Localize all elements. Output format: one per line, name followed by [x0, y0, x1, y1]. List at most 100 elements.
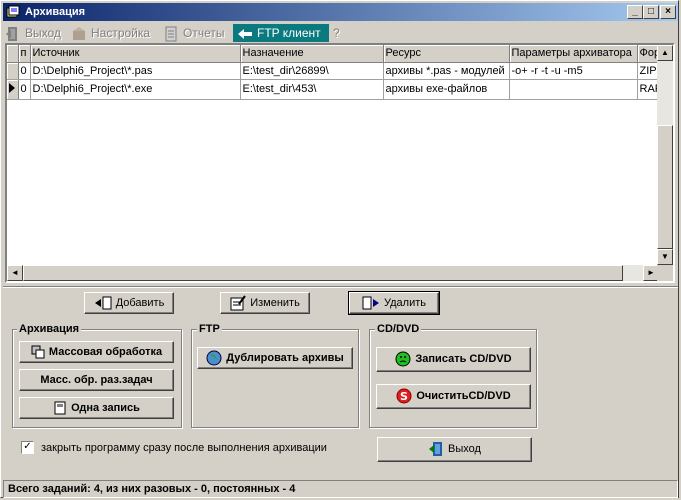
door-exit-icon — [6, 26, 17, 41]
clear-cd-label: ОчиститьCD/DVD — [416, 390, 511, 402]
maximize-button[interactable]: □ — [643, 5, 659, 19]
scroll-up-button[interactable]: ▲ — [657, 45, 673, 61]
red-stop-icon: S — [396, 388, 412, 404]
header-params[interactable]: Параметры архиватора — [509, 45, 638, 63]
menu-ftp-client[interactable]: FTP клиент — [233, 24, 329, 42]
table-row[interactable]: 0 D:\Delphi6_Project\*.exe E:\test_dir\4… — [7, 79, 666, 100]
menu-bar: Выход Настройка Отчеты FTP клиент ? — [3, 23, 678, 43]
header-indicator — [7, 45, 19, 63]
cell-n[interactable]: 0 — [18, 79, 31, 100]
globe-icon — [206, 350, 222, 366]
report-icon — [165, 26, 177, 42]
checkmark-icon: ✓ — [23, 441, 32, 452]
exit-button[interactable]: Выход — [377, 437, 532, 462]
tasks-table: п Источник Назначение Ресурс Параметры а… — [7, 45, 666, 100]
horizontal-scrollbar[interactable]: ◄ ► — [7, 265, 659, 281]
menu-exit-label: Выход — [25, 26, 61, 40]
table-row[interactable]: 0 D:\Delphi6_Project\*.pas E:\test_dir\2… — [7, 62, 666, 80]
edit-button-label: Изменить — [250, 297, 300, 309]
title-bar[interactable]: Архивация _ □ × — [3, 3, 678, 21]
window-title: Архивация — [25, 6, 86, 18]
duplicate-archives-label: Дублировать архивы — [226, 352, 344, 364]
close-after-label[interactable]: закрыть программу сразу после выполнения… — [41, 442, 327, 454]
menu-settings-label: Настройка — [91, 26, 151, 40]
settings-box-icon — [73, 26, 85, 40]
clear-cd-button[interactable]: S ОчиститьCD/DVD — [376, 384, 531, 409]
archive-app-icon — [6, 5, 20, 18]
menu-reports[interactable]: Отчеты — [163, 24, 224, 42]
cd-dvd-group-title: CD/DVD — [375, 323, 422, 335]
menu-help[interactable]: ? — [333, 24, 340, 42]
tasks-grid[interactable]: п Источник Назначение Ресурс Параметры а… — [5, 43, 675, 283]
arrow-left-icon: ◄ — [11, 268, 19, 277]
header-resource[interactable]: Ресурс — [383, 45, 510, 63]
mass-single-tasks-button[interactable]: Масс. обр. раз.задач — [19, 369, 174, 391]
delete-button-label: Удалить — [384, 297, 426, 309]
add-button-label: Добавить — [115, 297, 165, 309]
header-n[interactable]: п — [18, 45, 31, 63]
vertical-scrollbar[interactable]: ▲ ▼ — [657, 45, 673, 265]
single-archive-icon — [54, 401, 66, 415]
cell-params[interactable]: -o+ -r -t -u -m5 — [509, 62, 638, 80]
minimize-icon: _ — [632, 6, 638, 17]
edit-button[interactable]: Изменить — [220, 292, 310, 314]
add-button[interactable]: Добавить — [84, 292, 174, 314]
scroll-down-button[interactable]: ▼ — [657, 249, 673, 265]
door-exit-icon — [429, 442, 443, 457]
row-indicator — [7, 62, 19, 80]
multi-archive-icon — [31, 345, 45, 359]
arrow-down-icon: ▼ — [661, 252, 669, 261]
header-destination[interactable]: Назначение — [240, 45, 384, 63]
edit-record-icon — [230, 295, 246, 311]
cell-destination[interactable]: E:\test_dir\453\ — [240, 79, 384, 100]
duplicate-archives-button[interactable]: Дублировать архивы — [197, 347, 353, 369]
scroll-corner — [657, 265, 673, 281]
ftp-group-title: FTP — [197, 323, 222, 335]
archive-group-title: Архивация — [17, 323, 82, 335]
green-status-icon — [395, 351, 411, 367]
arrow-right-icon: ► — [647, 268, 655, 277]
close-button[interactable]: × — [660, 5, 676, 19]
mass-single-tasks-label: Масс. обр. раз.задач — [40, 374, 153, 386]
cell-source[interactable]: D:\Delphi6_Project\*.exe — [30, 79, 241, 100]
close-after-checkbox[interactable]: ✓ — [21, 441, 34, 454]
grid-header-row: п Источник Назначение Ресурс Параметры а… — [7, 45, 666, 63]
vertical-scroll-thumb[interactable] — [657, 125, 673, 249]
cell-n[interactable]: 0 — [18, 62, 31, 80]
mass-process-button[interactable]: Массовая обработка — [19, 341, 174, 363]
separator — [3, 286, 678, 288]
horizontal-scroll-thumb[interactable] — [23, 265, 623, 281]
ftp-arrow-icon — [238, 28, 252, 39]
ftp-group — [191, 329, 359, 428]
cell-source[interactable]: D:\Delphi6_Project\*.pas — [30, 62, 241, 80]
cell-destination[interactable]: E:\test_dir\26899\ — [240, 62, 384, 80]
mass-process-label: Массовая обработка — [48, 346, 163, 358]
single-record-button[interactable]: Одна запись — [19, 397, 174, 419]
header-source[interactable]: Источник — [30, 45, 241, 63]
main-window: Архивация _ □ × Выход Настройка Отчеты F… — [0, 0, 679, 498]
menu-ftp-label: FTP клиент — [257, 26, 321, 40]
write-cd-label: Записать CD/DVD — [415, 353, 512, 365]
row-indicator — [7, 79, 19, 100]
cell-resource[interactable]: архивы exe-файлов — [383, 79, 510, 100]
scroll-left-button[interactable]: ◄ — [7, 265, 23, 281]
delete-button[interactable]: Удалить — [348, 291, 440, 315]
arrow-up-icon: ▲ — [661, 48, 669, 57]
current-row-arrow-icon — [9, 82, 15, 93]
delete-record-icon — [362, 296, 379, 310]
close-icon: × — [665, 6, 671, 17]
svg-text:S: S — [400, 390, 408, 403]
cell-resource[interactable]: архивы *.pas - модулей — [383, 62, 510, 80]
menu-settings[interactable]: Настройка — [71, 24, 150, 42]
menu-exit[interactable]: Выход — [5, 24, 61, 42]
status-bar: Всего заданий: 4, из них разовых - 0, по… — [3, 480, 678, 498]
add-record-icon — [94, 296, 112, 310]
maximize-icon: □ — [647, 6, 655, 17]
minimize-button[interactable]: _ — [627, 5, 643, 19]
cell-params[interactable] — [509, 79, 638, 100]
exit-button-label: Выход — [448, 443, 481, 455]
cd-dvd-group — [369, 329, 537, 428]
menu-reports-label: Отчеты — [183, 26, 225, 40]
write-cd-button[interactable]: Записать CD/DVD — [376, 347, 531, 372]
single-record-label: Одна запись — [71, 402, 140, 414]
